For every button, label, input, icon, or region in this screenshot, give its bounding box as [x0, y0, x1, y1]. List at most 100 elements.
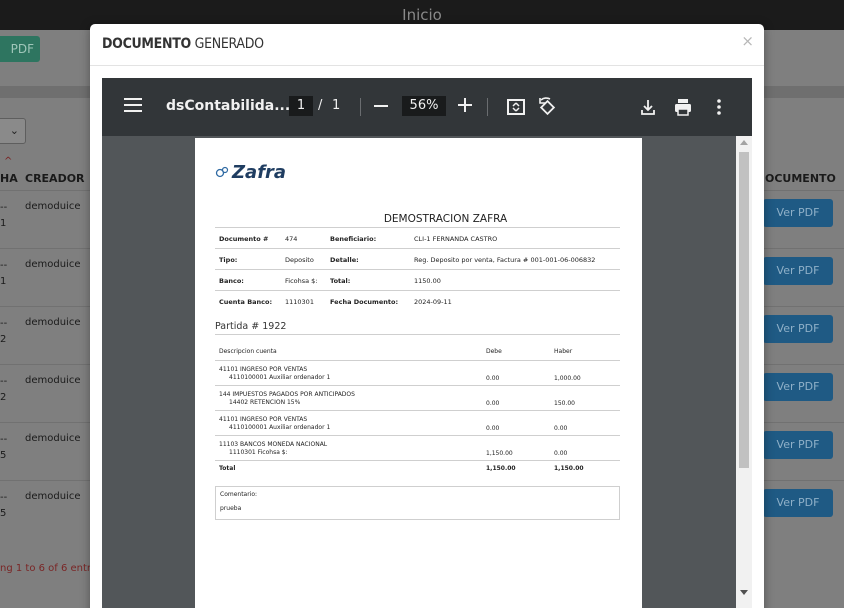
haber-cell: 0.00	[554, 425, 568, 432]
documento-value: 474	[285, 235, 298, 243]
pdf-page: Zafra DEMOSTRACION ZAFRA Documento # 474…	[195, 138, 642, 608]
page-length-select[interactable]: ⌄	[0, 118, 26, 144]
table-row: Cuenta Banco: 1110301 Fecha Documento: 2…	[215, 291, 620, 312]
zoom-level-input[interactable]: 56%	[402, 96, 446, 116]
toolbar-divider	[487, 98, 488, 116]
page-separator: /	[318, 98, 323, 113]
download-icon[interactable]	[637, 96, 659, 118]
table-cell-creador: demoduice	[25, 259, 81, 270]
table-cell-creador: demoduice	[25, 375, 81, 386]
table-row: Tipo: Deposito Detalle: Reg. Deposito po…	[215, 249, 620, 270]
document-title: DEMOSTRACION ZAFRA	[383, 213, 508, 225]
more-icon[interactable]	[708, 96, 730, 118]
ver-pdf-button[interactable]: Ver PDF	[763, 489, 833, 517]
column-header-haber: Haber	[554, 348, 573, 355]
modal-title: DOCUMENTO GENERADO	[102, 36, 264, 52]
zafra-logo-icon	[215, 166, 229, 178]
table-row: 41101 INGRESO POR VENTAS 4110100001 Auxi…	[215, 411, 620, 436]
column-header-creador[interactable]: CREADOR	[25, 172, 85, 185]
total-row-label: Total	[219, 465, 236, 472]
haber-cell: 1,000.00	[554, 375, 581, 382]
ver-pdf-button[interactable]: Ver PDF	[763, 431, 833, 459]
table-cell-creador: demoduice	[25, 201, 81, 212]
debe-cell: 1,150.00	[486, 450, 513, 457]
table-header-row: Descripcion cuenta Debe Haber	[215, 335, 620, 361]
pdf-viewer: dsContabilida... 1 / 1 56% Zafra DEMOSTR…	[102, 78, 752, 608]
auxiliar-cell: 14402 RETENCION 15%	[229, 399, 301, 406]
ver-pdf-button[interactable]: Ver PDF	[763, 373, 833, 401]
table-cell-creador: demoduice	[25, 491, 81, 502]
ver-pdf-button[interactable]: Ver PDF	[763, 257, 833, 285]
scrollbar-thumb[interactable]	[739, 152, 749, 468]
table-cell-date: -- 2	[0, 318, 8, 345]
ver-pdf-button[interactable]: Ver PDF	[763, 315, 833, 343]
column-header-fecha[interactable]: HA	[0, 172, 18, 185]
table-cell-date: -- 1	[0, 202, 8, 229]
modal-header: DOCUMENTO GENERADO ×	[90, 24, 764, 66]
menu-icon[interactable]	[124, 98, 142, 114]
toolbar-divider	[360, 98, 361, 116]
comentario-label: Comentario:	[220, 491, 258, 498]
fit-page-icon[interactable]	[505, 96, 527, 118]
sort-arrow-icon[interactable]: ^	[4, 156, 12, 167]
rotate-icon[interactable]	[536, 96, 558, 118]
page-total: 1	[332, 98, 341, 113]
pdf-export-button[interactable]: PDF	[0, 36, 40, 62]
debe-cell: 0.00	[486, 425, 500, 432]
cuenta-cell: 11103 BANCOS MONEDA NACIONAL	[219, 441, 328, 448]
auxiliar-cell: 4110100001 Auxiliar ordenador 1	[229, 424, 331, 431]
tipo-value: Deposito	[285, 256, 314, 264]
beneficiario-value: CLI-1 FERNANDA CASTRO	[414, 235, 498, 243]
document-modal: DOCUMENTO GENERADO × dsContabilida... 1 …	[90, 24, 764, 608]
table-total-row: Total 1,150.00 1,150.00	[215, 461, 620, 475]
comment-box: Comentario: prueba	[215, 486, 620, 520]
pdf-scrollbar[interactable]	[736, 136, 752, 608]
ver-pdf-button[interactable]: Ver PDF	[763, 199, 833, 227]
table-row: 11103 BANCOS MONEDA NACIONAL 1110301 Fic…	[215, 436, 620, 461]
table-cell-date: -- 2	[0, 376, 8, 403]
haber-cell: 0.00	[554, 450, 568, 457]
cuenta-cell: 41101 INGRESO POR VENTAS	[219, 366, 308, 373]
app-title: Inicio	[402, 6, 442, 24]
total-label: Total:	[330, 277, 351, 285]
column-header-debe: Debe	[486, 348, 502, 355]
haber-cell: 150.00	[554, 400, 575, 407]
total-haber-cell: 1,150.00	[554, 465, 584, 472]
close-icon[interactable]: ×	[741, 32, 754, 50]
cuenta-cell: 144 IMPUESTOS PAGADOS POR ANTICIPADOS	[219, 391, 355, 398]
tipo-label: Tipo:	[219, 256, 238, 264]
cuenta-banco-value: 1110301	[285, 298, 314, 306]
column-header-descripcion: Descripcion cuenta	[219, 348, 277, 355]
document-header-table: Documento # 474 Beneficiario: CLI-1 FERN…	[215, 227, 620, 312]
documento-label: Documento #	[219, 235, 269, 243]
scroll-up-icon[interactable]	[740, 140, 748, 145]
zoom-in-icon[interactable]	[458, 98, 472, 112]
comentario-value: prueba	[220, 505, 242, 512]
zoom-out-icon[interactable]	[374, 105, 388, 107]
page-number-input[interactable]: 1	[289, 96, 313, 116]
table-row: Documento # 474 Beneficiario: CLI-1 FERN…	[215, 228, 620, 249]
banco-value: Ficohsa $:	[285, 277, 318, 285]
table-row: 144 IMPUESTOS PAGADOS POR ANTICIPADOS 14…	[215, 386, 620, 411]
table-cell-date: -- 1	[0, 260, 8, 287]
table-row: 41101 INGRESO POR VENTAS 4110100001 Auxi…	[215, 361, 620, 386]
partida-table: Descripcion cuenta Debe Haber 41101 INGR…	[215, 334, 620, 475]
total-debe-cell: 1,150.00	[486, 465, 516, 472]
banco-label: Banco:	[219, 277, 244, 285]
fecha-documento-value: 2024-09-11	[414, 298, 452, 306]
column-header-documento[interactable]: OCUMENTO	[765, 172, 836, 185]
detalle-value: Reg. Deposito por venta, Factura # 001-0…	[414, 256, 596, 264]
scroll-down-icon[interactable]	[740, 590, 748, 595]
table-cell-date: -- 5	[0, 434, 8, 461]
table-row: Banco: Ficohsa $: Total: 1150.00	[215, 270, 620, 291]
detalle-label: Detalle:	[330, 256, 359, 264]
print-icon[interactable]	[672, 96, 694, 118]
partida-title: Partida # 1922	[215, 321, 287, 332]
debe-cell: 0.00	[486, 400, 500, 407]
company-logo: Zafra	[232, 162, 287, 183]
cuenta-banco-label: Cuenta Banco:	[219, 298, 273, 306]
total-value: 1150.00	[414, 277, 441, 285]
table-cell-creador: demoduice	[25, 433, 81, 444]
pdf-toolbar: dsContabilida... 1 / 1 56%	[102, 78, 752, 136]
fecha-documento-label: Fecha Documento:	[330, 298, 399, 306]
